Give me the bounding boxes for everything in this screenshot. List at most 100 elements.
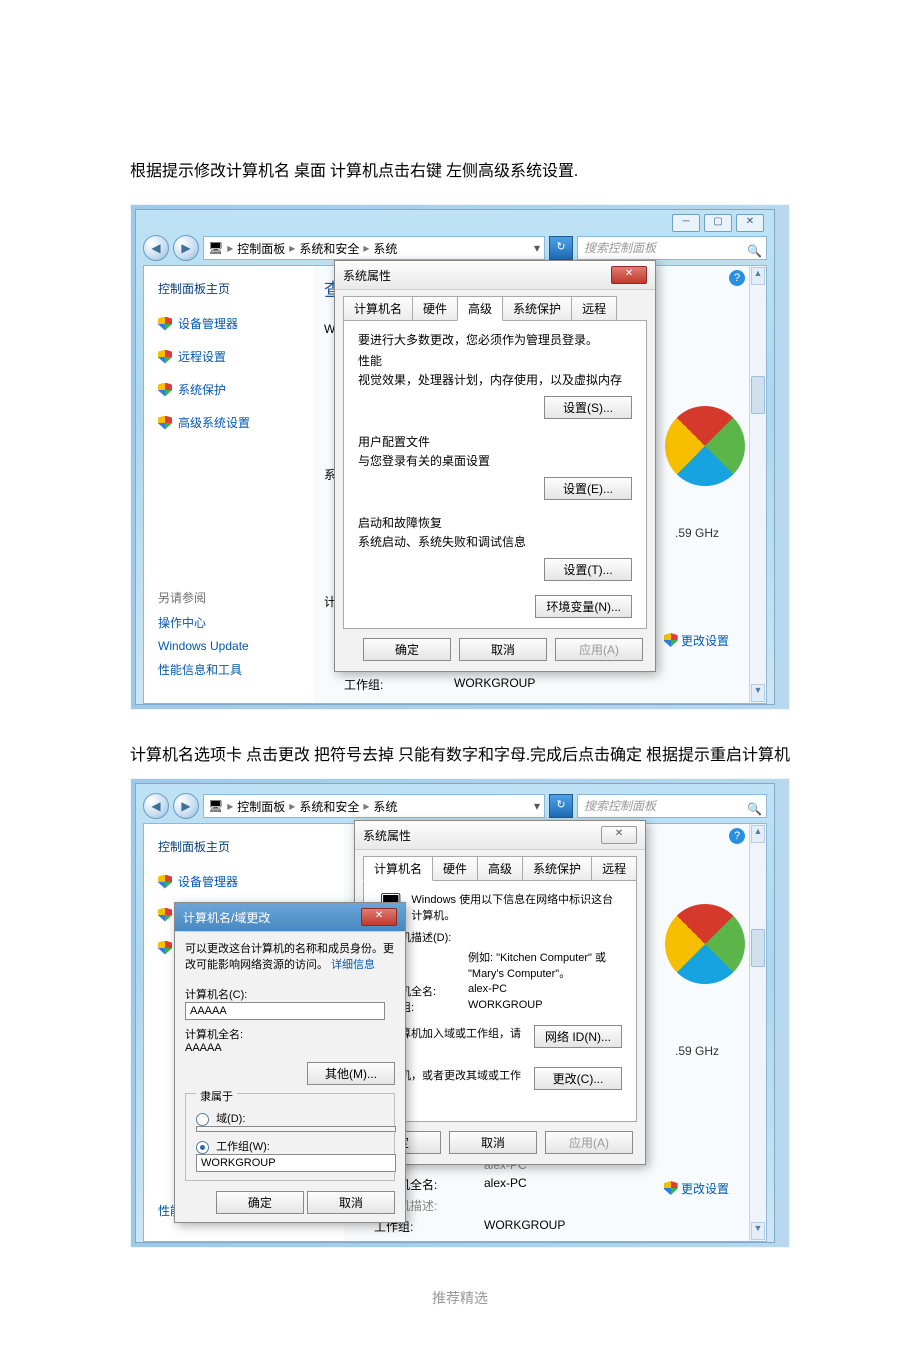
tab-hardware[interactable]: 硬件 — [412, 296, 458, 321]
explorer-window-2: ◀ ▶ 🖥 ▸ 控制面板 ▸ 系统和安全 ▸ 系统 ▾ ↻ 搜索控制面板 🔍 — [135, 783, 775, 1243]
tab-system-protection[interactable]: 系统保护 — [522, 856, 592, 881]
dialog-close-button[interactable]: ✕ — [361, 908, 397, 926]
network-id-button[interactable]: 网络 ID(N)... — [534, 1025, 622, 1048]
workgroup-radio[interactable] — [196, 1141, 209, 1154]
shield-icon — [158, 875, 172, 889]
startup-settings-button[interactable]: 设置(T)... — [544, 558, 632, 581]
breadcrumb-item[interactable]: 系统和安全 — [299, 240, 359, 257]
cancel-button[interactable]: 取消 — [449, 1131, 537, 1154]
breadcrumb-dropdown-icon[interactable]: ▾ — [534, 799, 540, 813]
tab-computer-name[interactable]: 计算机名 — [363, 856, 433, 881]
scroll-up-icon[interactable]: ▲ — [751, 825, 765, 843]
cpu-ghz: .59 GHz — [675, 526, 719, 540]
full-name-value: AAAAA — [185, 1042, 395, 1054]
domain-label: 域(D): — [216, 1113, 245, 1125]
apply-button[interactable]: 应用(A) — [545, 1131, 633, 1154]
nav-forward-button[interactable]: ▶ — [173, 793, 199, 819]
windows-logo — [665, 406, 745, 486]
refresh-button[interactable]: ↻ — [549, 236, 573, 260]
startup-heading: 启动和故障恢复 — [358, 514, 632, 531]
scroll-down-icon[interactable]: ▼ — [751, 1222, 765, 1240]
value-full-name: alex-PC — [484, 1176, 527, 1193]
refresh-button[interactable]: ↻ — [549, 794, 573, 818]
change-settings-link[interactable]: 更改设置 — [664, 632, 729, 649]
maximize-button[interactable]: ▢ — [704, 214, 732, 232]
dialog-close-button[interactable]: ✕ — [611, 266, 647, 284]
perf-heading: 性能 — [358, 352, 632, 369]
tab-remote[interactable]: 远程 — [591, 856, 637, 881]
explorer-window-1: ─ ▢ ✕ ◀ ▶ 🖥 ▸ 控制面板 ▸ 系统和安全 ▸ 系统 ▾ ↻ — [135, 209, 775, 705]
vertical-scrollbar[interactable]: ▲ ▼ — [749, 824, 766, 1241]
profile-settings-button[interactable]: 设置(E)... — [544, 477, 632, 500]
address-bar[interactable]: 🖥 ▸ 控制面板 ▸ 系统和安全 ▸ 系统 ▾ — [203, 794, 545, 818]
sidebar-item-device-manager[interactable]: 设备管理器 — [178, 315, 238, 332]
breadcrumb-item[interactable]: 系统 — [373, 240, 397, 257]
sidebar-title[interactable]: 控制面板主页 — [158, 838, 336, 855]
address-bar[interactable]: 🖥 ▸ 控制面板 ▸ 系统和安全 ▸ 系统 ▾ — [203, 236, 545, 260]
see-also-heading: 另请参阅 — [158, 589, 306, 606]
nav-back-button[interactable]: ◀ — [143, 235, 169, 261]
apply-button[interactable]: 应用(A) — [555, 638, 643, 661]
breadcrumb-dropdown-icon[interactable]: ▾ — [534, 241, 540, 255]
shield-icon — [158, 908, 172, 922]
help-icon[interactable]: ? — [729, 828, 745, 844]
breadcrumb-icon: 🖥 — [208, 799, 223, 813]
help-icon[interactable]: ? — [729, 270, 745, 286]
shield-icon — [158, 383, 172, 397]
computer-name-input[interactable]: AAAAA — [185, 1002, 385, 1020]
workgroup-input[interactable]: WORKGROUP — [196, 1154, 396, 1172]
search-icon: 🔍 — [747, 798, 762, 820]
search-input[interactable]: 搜索控制面板 🔍 — [577, 794, 767, 818]
breadcrumb-item[interactable]: 控制面板 — [237, 240, 285, 257]
dialog-title: 系统属性 — [363, 827, 411, 844]
tab-system-protection[interactable]: 系统保护 — [502, 296, 572, 321]
tab-remote[interactable]: 远程 — [571, 296, 617, 321]
perf-settings-button[interactable]: 设置(S)... — [544, 396, 632, 419]
see-also-windows-update[interactable]: Windows Update — [158, 639, 306, 653]
sidebar-item-system-protection[interactable]: 系统保护 — [178, 381, 226, 398]
nav-back-button[interactable]: ◀ — [143, 793, 169, 819]
domain-radio[interactable] — [196, 1113, 209, 1126]
full-name-label: 计算机全名: — [185, 1026, 395, 1042]
ok-button[interactable]: 确定 — [216, 1191, 304, 1214]
domain-input — [196, 1126, 396, 1132]
other-button[interactable]: 其他(M)... — [307, 1062, 395, 1085]
nav-forward-button[interactable]: ▶ — [173, 235, 199, 261]
sidebar-title[interactable]: 控制面板主页 — [158, 280, 306, 297]
scroll-up-icon[interactable]: ▲ — [751, 267, 765, 285]
vertical-scrollbar[interactable]: ▲ ▼ — [749, 266, 766, 703]
ok-button[interactable]: 确定 — [363, 638, 451, 661]
dialog-close-button[interactable]: ✕ — [601, 826, 637, 844]
see-also-action-center[interactable]: 操作中心 — [158, 614, 306, 631]
change-button[interactable]: 更改(C)... — [534, 1067, 622, 1090]
close-button[interactable]: ✕ — [736, 214, 764, 232]
search-input[interactable]: 搜索控制面板 🔍 — [577, 236, 767, 260]
scroll-thumb[interactable] — [751, 929, 765, 967]
tab-computer-name[interactable]: 计算机名 — [343, 296, 413, 321]
see-also-performance[interactable]: 性能信息和工具 — [158, 661, 306, 678]
main-pane: ? 查 Win .59 GHz 更改设置 alex-PC 计算机全名:alex-… — [344, 824, 749, 1241]
tab-advanced[interactable]: 高级 — [457, 296, 503, 321]
more-info-link[interactable]: 详细信息 — [331, 959, 375, 971]
window-controls: ─ ▢ ✕ — [672, 214, 764, 232]
cancel-button[interactable]: 取消 — [307, 1191, 395, 1214]
scroll-thumb[interactable] — [751, 376, 765, 414]
breadcrumb-item[interactable]: 控制面板 — [237, 798, 285, 815]
scroll-down-icon[interactable]: ▼ — [751, 684, 765, 702]
sidebar-item-device-manager[interactable]: 设备管理器 — [178, 873, 238, 890]
breadcrumb-item[interactable]: 系统 — [373, 798, 397, 815]
breadcrumb-item[interactable]: 系统和安全 — [299, 798, 359, 815]
dialog-title: 系统属性 — [343, 267, 391, 284]
value-workgroup: WORKGROUP — [454, 676, 535, 693]
workgroup-label: 工作组(W): — [216, 1141, 270, 1153]
minimize-button[interactable]: ─ — [672, 214, 700, 232]
change-settings-link[interactable]: 更改设置 — [664, 1180, 729, 1197]
tab-advanced[interactable]: 高级 — [477, 856, 523, 881]
system-properties-dialog: 系统属性 ✕ 计算机名 硬件 高级 系统保护 远程 要进行大多数更改，您必须作为… — [334, 260, 656, 672]
tab-hardware[interactable]: 硬件 — [432, 856, 478, 881]
cancel-button[interactable]: 取消 — [459, 638, 547, 661]
admin-note: 要进行大多数更改，您必须作为管理员登录。 — [358, 331, 632, 348]
env-vars-button[interactable]: 环境变量(N)... — [535, 595, 632, 618]
sidebar-item-advanced-settings[interactable]: 高级系统设置 — [178, 414, 250, 431]
sidebar-item-remote-settings[interactable]: 远程设置 — [178, 348, 226, 365]
